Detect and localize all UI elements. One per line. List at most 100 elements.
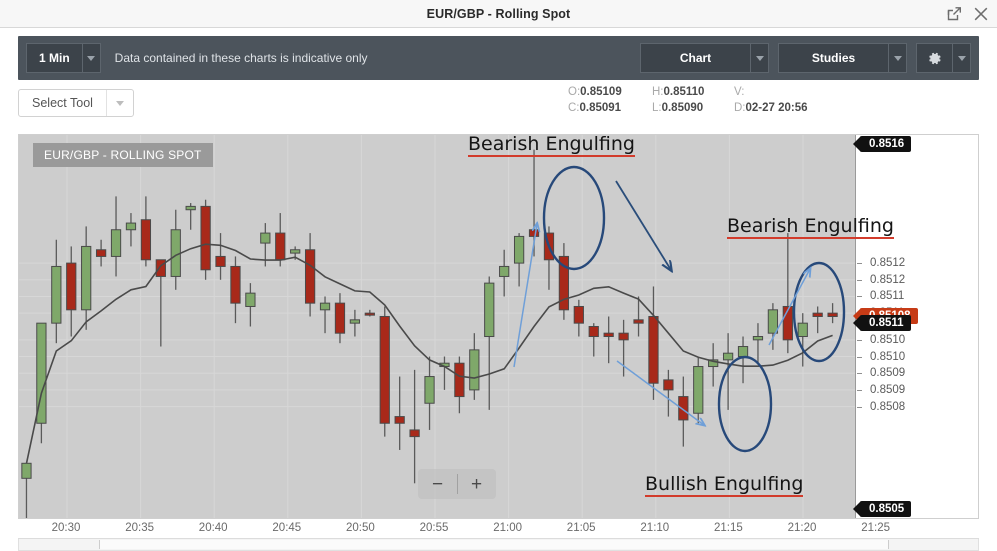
- price-axis-label: 0.8509: [870, 367, 906, 380]
- time-axis: 20:30 20:35 20:40 20:45 20:50 20:55 21:00 21:05…: [18, 519, 979, 539]
- time-axis-label: 20:35: [125, 522, 154, 534]
- axis-tick-mark: [857, 296, 862, 298]
- price-axis-label: 0.8509: [870, 383, 906, 396]
- axis-tick-mark: [857, 279, 862, 281]
- studies-menu-label[interactable]: Studies: [778, 43, 888, 73]
- studies-menu-button[interactable]: Studies: [778, 43, 907, 73]
- price-axis-label: 0.8512: [870, 257, 906, 270]
- bearish-engulfing-circle-1: [542, 165, 606, 271]
- time-axis-label: 21:25: [861, 522, 890, 534]
- ohlc-close-key: C:: [568, 102, 580, 114]
- bearish-arrow-light: [616, 360, 704, 425]
- axis-tick-mark: [857, 373, 862, 375]
- annotation-label-2: Bearish Engulfing: [727, 215, 894, 239]
- axis-tick-mark: [857, 263, 862, 265]
- chevron-down-icon: [755, 55, 764, 61]
- ohlc-volume-key: V:: [734, 86, 745, 98]
- axis-tick-mark: [857, 339, 862, 341]
- indicative-notice: Data contained in these charts is indica…: [114, 51, 368, 65]
- zoom-out-button[interactable]: −: [418, 475, 457, 494]
- axis-tick-mark: [857, 406, 862, 408]
- time-axis-label: 20:50: [346, 522, 375, 534]
- settings-dropdown-arrow[interactable]: [952, 43, 971, 73]
- time-axis-label: 20:30: [51, 522, 81, 534]
- chevron-down-icon: [893, 55, 902, 61]
- chart-toolbar: 1 Min Data contained in these charts is …: [18, 36, 979, 80]
- chevron-down-icon: [115, 100, 124, 106]
- ohlc-date-key: D:: [734, 102, 746, 114]
- ohlc-close-value: 0.85091: [579, 102, 622, 114]
- ohlc-open-key: O:: [568, 86, 581, 98]
- toolbar-right-group: Chart Studies: [640, 43, 971, 73]
- axis-tick-mark: [857, 356, 862, 358]
- time-axis-label: 21:00: [493, 522, 522, 534]
- ohlc-date-value: 02-27 20:56: [745, 102, 808, 114]
- chevron-down-icon: [87, 55, 96, 61]
- horizontal-scrollbar[interactable]: [18, 539, 979, 551]
- chart-window: EUR/GBP - Rolling Spot 1 Min Data contai…: [0, 0, 997, 551]
- chart-legend: EUR/GBP - ROLLING SPOT: [33, 143, 213, 167]
- bullish-engulfing-circle: [717, 355, 773, 453]
- select-tool-dropdown[interactable]: Select Tool: [18, 89, 134, 117]
- tool-subbar: Select Tool O:0.85109 H:0.85110 V: C:0.8…: [0, 80, 997, 126]
- ohlc-date: D:02-27 20:56: [734, 100, 808, 116]
- close-icon[interactable]: [972, 5, 990, 23]
- settings-button[interactable]: [916, 43, 971, 73]
- candlestick-plot[interactable]: EUR/GBP - ROLLING SPOT: [19, 135, 855, 518]
- page-title: EUR/GBP - Rolling Spot: [426, 6, 571, 21]
- price-axis-label: 0.8510: [870, 350, 906, 363]
- price-axis-label: 0.8508: [870, 400, 906, 413]
- ohlc-high-value: 0.85110: [663, 86, 705, 98]
- time-axis-label: 20:55: [419, 522, 449, 534]
- scrollbar-thumb[interactable]: [99, 540, 889, 549]
- ohlc-low-key: L:: [652, 102, 662, 114]
- chart-frame: EUR/GBP - ROLLING SPOT 0.8516 0.8512 0.851…: [18, 134, 979, 519]
- zoom-control[interactable]: − +: [418, 469, 496, 499]
- ohlc-low: L:0.85090: [652, 100, 734, 116]
- chart-menu-label[interactable]: Chart: [640, 43, 750, 73]
- ohlc-volume: V:: [734, 84, 744, 100]
- ohlc-close: C:0.85091: [568, 100, 652, 116]
- zoom-divider: [457, 474, 458, 494]
- interval-selector[interactable]: 1 Min: [26, 43, 101, 73]
- ohlc-high-key: H:: [652, 86, 664, 98]
- price-range-badge: 0.8505: [860, 501, 912, 517]
- time-axis-label: 21:05: [566, 522, 596, 534]
- select-tool-label[interactable]: Select Tool: [19, 90, 107, 116]
- gear-icon[interactable]: [916, 43, 952, 73]
- annotation-label-1: Bearish Engulfing: [468, 133, 635, 157]
- bearish-arrow-dark-1: [615, 180, 671, 270]
- price-axis-label: 0.8511: [870, 290, 905, 303]
- ohlc-low-value: 0.85090: [661, 102, 704, 114]
- window-titlebar: EUR/GBP - Rolling Spot: [0, 0, 997, 28]
- price-range-badge: 0.8516: [860, 136, 912, 152]
- price-axis[interactable]: 0.85160.85120.85120.85110.85110.851080.8…: [855, 135, 978, 518]
- annotation-label-3: Bullish Engulfing: [645, 473, 804, 497]
- ohlc-open-value: 0.85109: [580, 86, 622, 98]
- interval-label[interactable]: 1 Min: [26, 43, 82, 73]
- select-tool-arrow[interactable]: [107, 90, 133, 116]
- ohlc-row-top: O:0.85109 H:0.85110 V:: [568, 84, 808, 100]
- time-axis-label: 21:20: [787, 522, 817, 534]
- ohlc-row-bottom: C:0.85091 L:0.85090 D:02-27 20:56: [568, 100, 808, 116]
- price-axis-label: 0.8510: [870, 333, 906, 346]
- chart-menu-button[interactable]: Chart: [640, 43, 769, 73]
- plot-canvas: [19, 135, 855, 518]
- time-axis-label: 20:40: [198, 522, 228, 534]
- popout-icon[interactable]: [945, 5, 963, 23]
- chevron-down-icon: [957, 55, 966, 61]
- ohlc-high: H:0.85110: [652, 84, 734, 100]
- time-axis-label: 20:45: [272, 522, 302, 534]
- ohlc-open: O:0.85109: [568, 84, 652, 100]
- studies-menu-arrow[interactable]: [888, 43, 907, 73]
- time-axis-label: 21:15: [714, 522, 743, 534]
- zoom-in-button[interactable]: +: [457, 475, 496, 494]
- price-range-badge: 0.8511: [860, 315, 911, 332]
- axis-tick-mark: [857, 389, 862, 391]
- chart-menu-arrow[interactable]: [750, 43, 769, 73]
- interval-dropdown-arrow[interactable]: [81, 43, 101, 73]
- time-axis-label: 21:10: [640, 522, 670, 534]
- ohlc-readout: O:0.85109 H:0.85110 V: C:0.85091 L:0.850…: [568, 84, 808, 116]
- toolbar-wrapper: 1 Min Data contained in these charts is …: [0, 28, 997, 80]
- price-axis-label: 0.8512: [870, 273, 906, 286]
